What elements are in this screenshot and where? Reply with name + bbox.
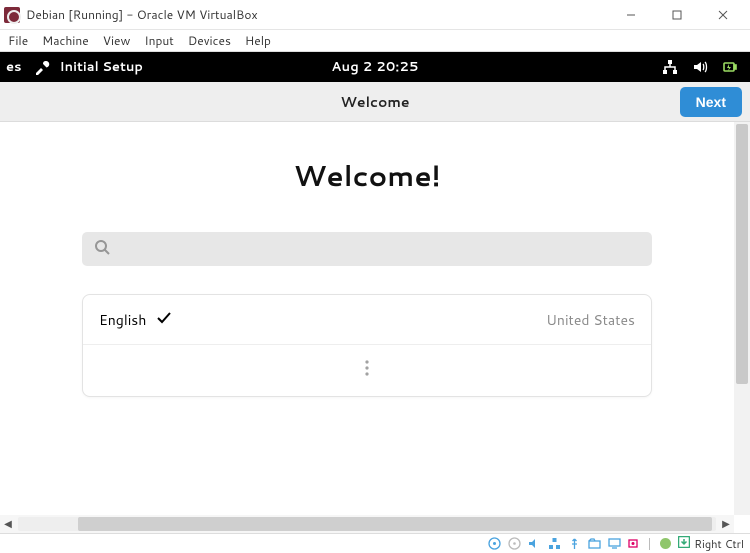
hostkey-label: Right Ctrl [694,536,744,552]
menu-devices[interactable]: Devices [188,32,231,49]
language-search[interactable] [82,232,652,266]
language-region: United States [546,310,635,330]
host-menubar: File Machine View Input Devices Help [0,30,750,52]
close-button[interactable] [700,0,746,30]
virtualbox-logo-icon [4,7,20,23]
recording-icon[interactable] [627,537,641,551]
minimize-button[interactable] [608,0,654,30]
welcome-heading: Welcome! [293,156,440,196]
maximize-button[interactable] [654,0,700,30]
network-status-icon[interactable] [547,537,561,551]
language-row-english[interactable]: English United States [83,295,651,344]
more-languages-button[interactable] [83,344,651,396]
optical-icon[interactable] [507,537,521,551]
window-title: Debian [Running] - Oracle VM VirtualBox [26,6,258,23]
host-key-indicator[interactable]: Right Ctrl [678,536,744,552]
audio-icon[interactable] [527,537,541,551]
clock[interactable]: Aug 2 20:25 [331,58,418,76]
horizontal-scrollbar-thumb[interactable] [78,517,712,531]
gnome-top-bar: es Initial Setup Aug 2 20:25 [0,52,750,82]
scroll-right-arrow[interactable]: ▶ [718,517,734,531]
language-search-input[interactable] [118,241,640,257]
gnome-header-bar: Welcome Next [0,82,750,122]
tools-icon [34,59,50,75]
vertical-scrollbar-thumb[interactable] [736,124,748,384]
language-name: English [99,310,146,330]
menu-file[interactable]: File [8,32,28,49]
hostkey-arrow-icon [678,536,690,552]
horizontal-scrollbar[interactable]: ◀ ▶ [0,515,734,533]
menu-help[interactable]: Help [245,32,271,49]
usb-icon[interactable] [567,537,581,551]
guest-display: es Initial Setup Aug 2 20:25 Welcome Nex… [0,52,750,533]
app-title[interactable]: Initial Setup [60,58,143,76]
activities-partial[interactable]: es [4,58,24,76]
volume-icon[interactable] [692,59,708,75]
shared-folder-icon[interactable] [587,537,601,551]
host-status-bar: Right Ctrl [0,533,750,553]
power-icon[interactable] [722,59,738,75]
vertical-scrollbar[interactable] [734,122,750,515]
menu-machine[interactable]: Machine [42,32,89,49]
page-title: Welcome [340,92,409,112]
status-separator [649,538,650,550]
horizontal-scrollbar-track[interactable] [18,517,716,531]
search-icon [94,238,110,261]
next-button[interactable]: Next [680,87,742,117]
hdd-icon[interactable] [487,537,501,551]
guest-additions-icon[interactable] [658,537,672,551]
scroll-left-arrow[interactable]: ◀ [0,517,16,531]
menu-view[interactable]: View [103,32,131,49]
language-list: English United States [82,294,652,397]
display-icon[interactable] [607,537,621,551]
check-icon [156,309,172,330]
more-icon [365,359,369,382]
content-viewport: Welcome! English United States [0,122,734,533]
host-titlebar: Debian [Running] - Oracle VM VirtualBox [0,0,750,30]
network-icon[interactable] [662,59,678,75]
menu-input[interactable]: Input [144,32,174,49]
